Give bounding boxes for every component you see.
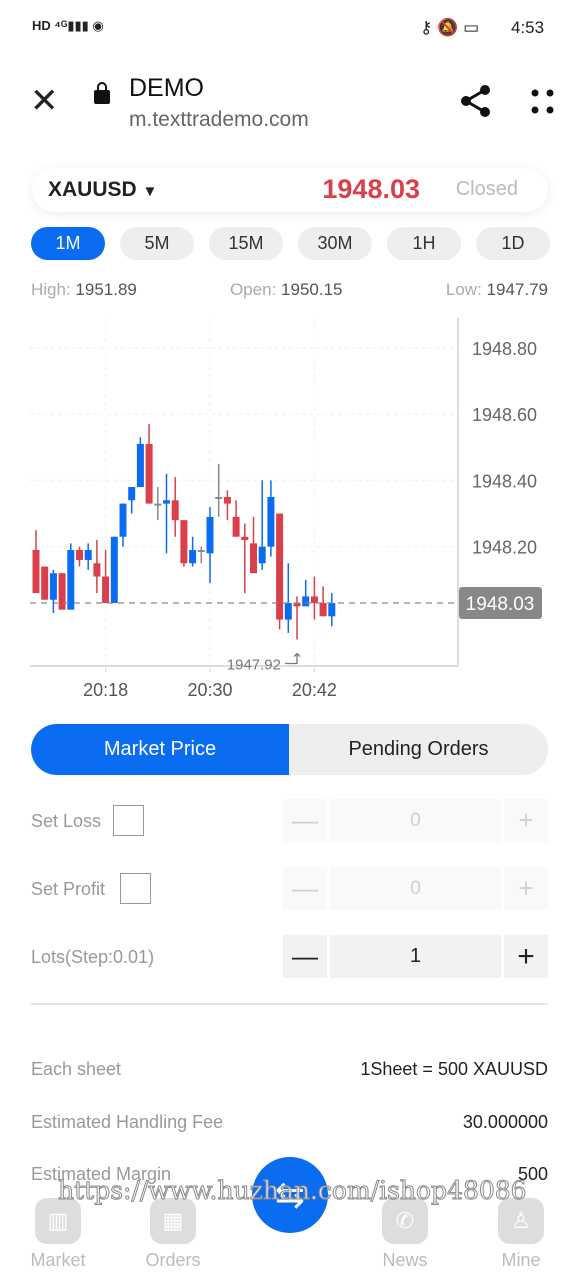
candle-body <box>250 543 257 574</box>
candle-body <box>136 443 144 488</box>
order-type-tabs: Market Price Pending Orders <box>31 724 548 775</box>
candle-body <box>32 550 40 594</box>
key-icon: ⚷ 🔕 ▭ <box>420 18 480 37</box>
set-profit-checkbox[interactable] <box>120 873 151 904</box>
tab-market-price[interactable]: Market Price <box>31 724 289 775</box>
page-title: DEMO <box>129 74 204 102</box>
url: m.texttrademo.com <box>129 108 309 131</box>
symbol-selector[interactable]: XAUUSD ▼ <box>48 178 157 202</box>
profit-value[interactable]: 0 <box>330 867 501 910</box>
y-tick-label: 1948.60 <box>472 405 537 425</box>
min-arrow-icon <box>285 652 301 665</box>
info-each-sheet: Each sheet 1Sheet = 500 XAUUSD <box>31 1059 548 1079</box>
set-loss-label: Set Loss <box>31 811 102 831</box>
minus-button[interactable]: — <box>283 935 327 978</box>
candlestick-chart[interactable]: 1948.80 1948.60 1948.40 1948.20 20:18 20:30 20… <box>0 300 579 710</box>
candle-body <box>223 496 231 504</box>
y-tick-label: 1948.80 <box>472 339 537 359</box>
candle-body <box>258 546 266 564</box>
caret-down-icon: ▼ <box>142 183 158 200</box>
hd-icon: HD ⁴ᴳ▮▮▮ ◉ <box>32 18 104 33</box>
candle-body <box>154 503 162 506</box>
candle-body <box>189 550 197 564</box>
share-icon[interactable] <box>460 84 492 118</box>
candle-body <box>145 443 153 504</box>
candle-body <box>310 596 318 604</box>
lock-icon <box>94 82 110 104</box>
lots-label: Lots(Step:0.01) <box>31 947 155 967</box>
candle-body <box>67 550 75 610</box>
candle-body <box>119 503 127 537</box>
nav-mine[interactable]: ♙ Mine <box>481 1198 561 1271</box>
minus-button[interactable]: — <box>283 799 327 842</box>
candle-body <box>206 516 214 554</box>
candle-body <box>180 520 188 564</box>
candle-body <box>215 496 223 499</box>
x-tick-label: 20:18 <box>83 680 128 700</box>
status-bar: HD ⁴ᴳ▮▮▮ ◉ ⚷ 🔕 ▭ 4:53 <box>0 18 579 42</box>
lots-stepper: — 1 + <box>283 935 548 978</box>
lots-value[interactable]: 1 <box>330 935 501 978</box>
plus-button[interactable]: + <box>504 867 548 910</box>
nav-orders[interactable]: ▦ Orders <box>133 1198 213 1271</box>
candle-body <box>171 500 179 521</box>
candle-body <box>41 566 49 600</box>
timeframe-1H[interactable]: 1H <box>387 227 461 260</box>
candle-body <box>197 550 205 552</box>
x-tick-label: 20:30 <box>187 680 232 700</box>
timeframe-30M[interactable]: 30M <box>298 227 372 260</box>
set-profit-label: Set Profit <box>31 879 106 899</box>
candle-body <box>232 516 240 537</box>
y-tick-label: 1948.20 <box>472 538 537 558</box>
high-stat: High: 1951.89 <box>31 280 137 299</box>
timeframe-1M[interactable]: 1M <box>31 227 105 260</box>
candle-body <box>128 487 136 501</box>
divider <box>31 1003 548 1005</box>
candle-body <box>319 603 327 617</box>
more-icon[interactable] <box>530 88 556 116</box>
tab-pending-orders[interactable]: Pending Orders <box>289 724 548 775</box>
open-stat: Open: 1950.15 <box>230 280 343 299</box>
candle-body <box>328 603 336 617</box>
candle-body <box>58 573 66 610</box>
watermark: https://www.huzhan.com/ishop48086 <box>58 1176 528 1206</box>
set-loss-checkbox[interactable] <box>113 805 144 836</box>
plus-button[interactable]: + <box>504 799 548 842</box>
current-price-label: 1948.03 <box>466 594 535 615</box>
plus-button[interactable]: + <box>504 935 548 978</box>
candle-body <box>302 596 310 607</box>
low-stat: Low: 1947.79 <box>445 280 548 299</box>
candle-body <box>93 563 101 577</box>
minus-button[interactable]: — <box>283 867 327 910</box>
loss-stepper: — 0 + <box>283 799 548 842</box>
nav-news[interactable]: ✆ News <box>365 1198 445 1271</box>
candle-body <box>84 550 92 560</box>
candle-body <box>49 573 57 600</box>
clock: 4:53 <box>511 18 545 37</box>
candle-body <box>241 536 249 541</box>
candle-body <box>163 500 170 504</box>
candle-body <box>276 513 284 620</box>
timeframe-15M[interactable]: 15M <box>209 227 283 260</box>
current-price: 1948.03 <box>322 174 420 204</box>
candle-body <box>267 496 275 547</box>
nav-market[interactable]: ▥ Market <box>18 1198 98 1271</box>
profit-stepper: — 0 + <box>283 867 548 910</box>
loss-value[interactable]: 0 <box>330 799 501 842</box>
market-status: Closed <box>455 178 518 200</box>
candle-body <box>76 550 83 560</box>
close-icon[interactable]: ✕ <box>30 84 59 118</box>
candle-body <box>284 603 292 620</box>
min-price-label: 1947.92 <box>227 656 281 673</box>
info-handling-fee: Estimated Handling Fee 30.000000 <box>31 1112 548 1132</box>
x-tick-label: 20:42 <box>292 680 337 700</box>
ticker-bar: XAUUSD ▼ 1948.03 Closed <box>32 168 548 212</box>
candle-body <box>110 536 118 604</box>
candle-body <box>102 576 110 604</box>
timeframe-1D[interactable]: 1D <box>476 227 550 260</box>
timeframe-5M[interactable]: 5M <box>120 227 194 260</box>
y-tick-label: 1948.40 <box>472 471 537 491</box>
